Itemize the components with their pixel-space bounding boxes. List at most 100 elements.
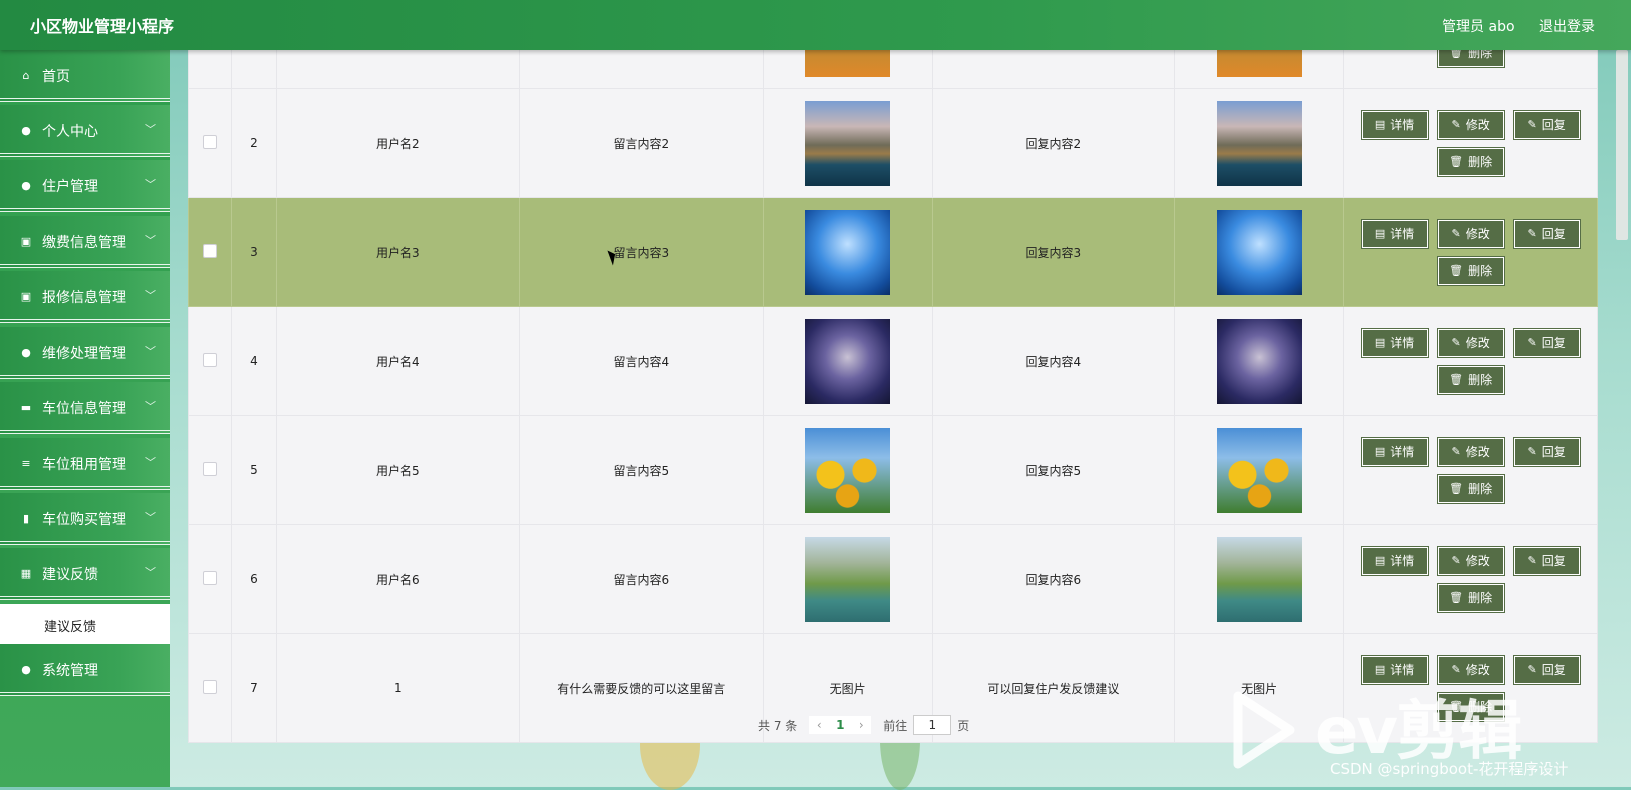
sidebar-item-3[interactable]: ▣ 缴费信息管理 ﹀ <box>0 216 170 268</box>
table-row: 4 用户名4 留言内容4 回复内容4 ▤ 详情 ✎ 修改 ✎ 回复 🗑 删除 <box>187 306 1598 416</box>
sidebar-item-0[interactable]: ⌂ 首页 <box>0 50 170 102</box>
thumbnail-image <box>805 100 891 186</box>
prev-page-icon[interactable]: ‹ <box>809 716 830 734</box>
sidebar-item-6[interactable]: ▬ 车位信息管理 ﹀ <box>0 382 170 434</box>
goto-label: 前往 <box>883 718 908 733</box>
submenu-label: 建议反馈 <box>44 620 97 635</box>
thumbnail-image <box>1216 427 1302 513</box>
row-index: 2 <box>231 88 277 198</box>
trash-icon: 🗑 <box>1449 482 1464 495</box>
sidebar-item-label: 首页 <box>42 69 70 85</box>
sidebar-item-label: 车位信息管理 <box>42 401 126 417</box>
monitor-icon: ▬ <box>20 400 32 414</box>
delete-button[interactable]: 🗑 删除 <box>1436 473 1505 504</box>
trash-icon: 🗑 <box>1449 264 1464 277</box>
pencil-icon: ✎ <box>1527 336 1537 349</box>
reply-cell: 回复内容4 <box>931 306 1176 416</box>
sidebar-item-1[interactable]: ● 个人中心 ﹀ <box>0 105 170 157</box>
edit-button[interactable]: ✎修改 <box>1436 436 1505 467</box>
header-actions: 管理员 abo 退出登录 <box>1422 16 1595 36</box>
document-icon: ▤ <box>1374 445 1386 458</box>
scrollbar[interactable] <box>1616 50 1628 240</box>
goto-page-input[interactable]: 1 <box>913 715 952 735</box>
edit-button[interactable]: ✎修改 <box>1436 545 1505 576</box>
pencil-icon: ✎ <box>1527 445 1537 458</box>
table-row: 3 用户名3 留言内容3 回复内容3 ▤ 详情 ✎ 修改 ✎ 回复 🗑 删除 <box>187 197 1598 307</box>
message-cell: 留言内容4 <box>519 306 764 416</box>
grid-icon: ▦ <box>20 566 32 580</box>
thumbnail-image <box>1216 536 1302 622</box>
delete-button[interactable]: 🗑 删除 <box>1436 146 1505 177</box>
reply-button[interactable]: ✎回复 <box>1512 436 1581 467</box>
detail-button[interactable]: ▤详情 <box>1360 109 1429 140</box>
table-row: 6 用户名6 留言内容6 回复内容6 ▤ 详情 ✎ 修改 ✎ 回复 🗑 删除 <box>187 524 1598 634</box>
row-checkbox[interactable] <box>203 134 218 149</box>
username-cell: 1 <box>275 633 521 743</box>
feedback-table: 1 用户名1 留言内容1 回复内容1 ▤详情 ✎修改 ✎回复 🗑删除 2 用户名… <box>187 0 1598 743</box>
reply-button[interactable]: ✎回复 <box>1512 654 1581 685</box>
thumbnail-image <box>1216 318 1302 404</box>
no-image-text: 无图片 <box>829 681 866 696</box>
delete-button[interactable]: 🗑 删除 <box>1436 364 1505 395</box>
delete-button[interactable]: 🗑 删除 <box>1436 582 1505 613</box>
chevron-down-icon: ﹀ <box>145 400 156 413</box>
detail-button[interactable]: ▤详情 <box>1360 327 1429 358</box>
row-checkbox[interactable] <box>203 570 218 585</box>
delete-button[interactable]: 🗑 删除 <box>1436 255 1505 286</box>
reply-button[interactable]: ✎回复 <box>1512 327 1581 358</box>
page-suffix: 页 <box>957 718 970 733</box>
row-index: 7 <box>231 633 277 743</box>
sidebar-item-label: 系统管理 <box>42 663 98 679</box>
reply-button[interactable]: ✎回复 <box>1512 109 1581 140</box>
pencil-icon: ✎ <box>1451 336 1461 349</box>
message-cell: 留言内容2 <box>519 88 764 198</box>
total-count: 共 7 条 <box>758 718 798 733</box>
username-cell: 用户名5 <box>275 415 521 525</box>
row-index: 3 <box>231 197 277 307</box>
sidebar-item-system[interactable]: ● 系统管理 <box>0 644 170 696</box>
app-title: 小区物业管理小程序 <box>30 17 175 36</box>
logout-link[interactable]: 退出登录 <box>1539 19 1595 35</box>
row-checkbox[interactable] <box>203 461 218 476</box>
edit-button[interactable]: ✎修改 <box>1436 327 1505 358</box>
sidebar-item-9[interactable]: ▦ 建议反馈 ﹀ <box>0 548 170 600</box>
thumbnail-image <box>805 427 891 513</box>
row-checkbox[interactable] <box>203 679 218 694</box>
sidebar-item-2[interactable]: ● 住户管理 ﹀ <box>0 160 170 212</box>
row-checkbox[interactable] <box>203 243 218 258</box>
pencil-icon: ✎ <box>1527 554 1537 567</box>
detail-button[interactable]: ▤详情 <box>1360 218 1429 249</box>
chevron-down-icon: ﹀ <box>145 511 156 524</box>
next-page-icon[interactable]: › <box>851 716 872 734</box>
sidebar-item-4[interactable]: ▣ 报修信息管理 ﹀ <box>0 271 170 323</box>
reply-cell: 回复内容3 <box>931 197 1176 307</box>
thumbnail-image <box>1216 209 1302 295</box>
pencil-icon: ✎ <box>1527 118 1537 131</box>
row-checkbox[interactable] <box>203 352 218 367</box>
sidebar: ⌂ 首页 ● 个人中心 ﹀ ● 住户管理 ﹀ ▣ 缴费信息管理 ﹀ ▣ 报修信息管理 ﹀ ● 维修… <box>0 50 170 787</box>
detail-button[interactable]: ▤详情 <box>1360 436 1429 467</box>
reply-button[interactable]: ✎回复 <box>1512 218 1581 249</box>
bar-chart-icon: ▮ <box>22 511 30 525</box>
edit-button[interactable]: ✎修改 <box>1436 218 1505 249</box>
thumbnail-image <box>1216 100 1302 186</box>
current-page[interactable]: 1 <box>829 716 852 734</box>
user-icon: ● <box>21 345 31 359</box>
home-icon: ⌂ <box>22 68 30 82</box>
row-index: 4 <box>231 306 277 416</box>
submenu-item-feedback[interactable]: 建议反馈 <box>0 604 170 644</box>
chevron-down-icon: ﹀ <box>145 566 156 579</box>
user-icon: ● <box>21 662 31 676</box>
csdn-watermark: CSDN @springboot-花开程序设计 <box>1330 760 1569 778</box>
detail-button[interactable]: ▤详情 <box>1360 545 1429 576</box>
chevron-down-icon: ﹀ <box>145 289 156 302</box>
sidebar-item-5[interactable]: ● 维修处理管理 ﹀ <box>0 327 170 379</box>
edit-button[interactable]: ✎修改 <box>1436 109 1505 140</box>
reply-cell: 回复内容6 <box>931 524 1176 634</box>
sidebar-item-7[interactable]: ≡ 车位租用管理 ﹀ <box>0 438 170 490</box>
reply-button[interactable]: ✎回复 <box>1512 545 1581 576</box>
chevron-down-icon: ﹀ <box>145 345 156 358</box>
sidebar-item-8[interactable]: ▮ 车位购买管理 ﹀ <box>0 493 170 545</box>
document-icon: ▣ <box>20 234 32 248</box>
location-icon: ● <box>21 178 31 192</box>
